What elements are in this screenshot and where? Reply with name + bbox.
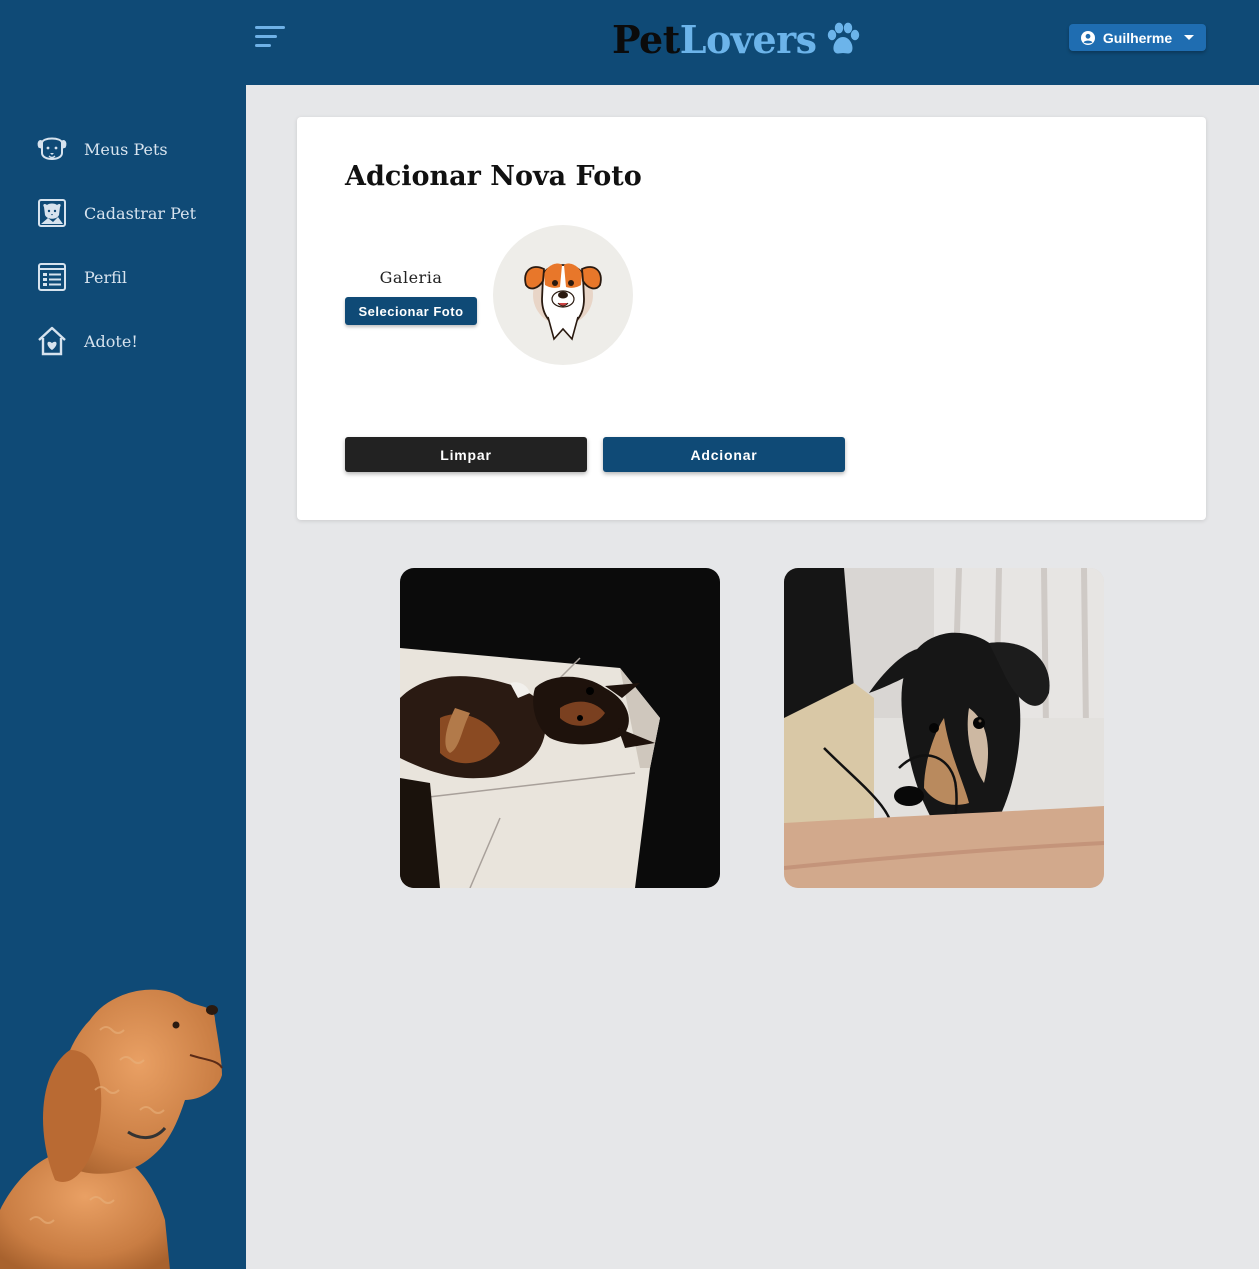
sidebar-item-meus-pets[interactable]: Meus Pets (36, 132, 168, 166)
hamburger-menu-icon[interactable] (255, 26, 287, 50)
clear-button[interactable]: Limpar (345, 437, 587, 472)
dog-face-icon (37, 137, 67, 160)
sidebar-item-adote[interactable]: Adote! (36, 324, 138, 358)
page-title: Adcionar Nova Foto (345, 161, 642, 192)
pet-photo-icon (38, 199, 66, 227)
poodle-photo (0, 989, 223, 1269)
dog-lying-in-sunlight (400, 568, 720, 888)
sidebar-item-cadastrar-pet[interactable]: Cadastrar Pet (36, 196, 196, 230)
pet-photo-card[interactable] (400, 568, 720, 888)
dog-illustration-avatar (524, 263, 602, 341)
gallery-label: Galeria (379, 268, 443, 287)
paw-icon (827, 22, 859, 54)
user-name: Guilherme (1102, 29, 1173, 46)
sidebar-item-label: Adote! (84, 331, 138, 351)
house-heart-icon (38, 326, 66, 356)
add-button[interactable]: Adcionar (603, 437, 845, 472)
dog-looking-down (784, 568, 1104, 888)
caret-down-icon (1184, 35, 1195, 40)
top-header: Pet Lovers Guilherme (0, 0, 1259, 85)
profile-document-icon (38, 263, 66, 291)
sidebar-item-perfil[interactable]: Perfil (36, 260, 127, 294)
logo-text-lovers: Lovers (679, 16, 817, 62)
sidebar-item-label: Meus Pets (84, 139, 168, 159)
user-circle-icon (1080, 30, 1095, 45)
pet-photo-card[interactable] (784, 568, 1104, 888)
add-photo-card: Adcionar Nova Foto Galeria Selecionar Fo… (297, 117, 1206, 520)
sidebar: Meus Pets Cadastrar Pet Perfil Adote! (0, 85, 246, 1269)
select-photo-button[interactable]: Selecionar Foto (345, 297, 477, 325)
sidebar-item-label: Cadastrar Pet (84, 203, 197, 223)
photo-preview-avatar (493, 225, 633, 365)
app-logo[interactable]: Pet Lovers (612, 14, 861, 64)
sidebar-item-label: Perfil (84, 267, 127, 287)
user-menu-button[interactable]: Guilherme (1069, 24, 1206, 51)
logo-text-pet: Pet (612, 16, 680, 62)
